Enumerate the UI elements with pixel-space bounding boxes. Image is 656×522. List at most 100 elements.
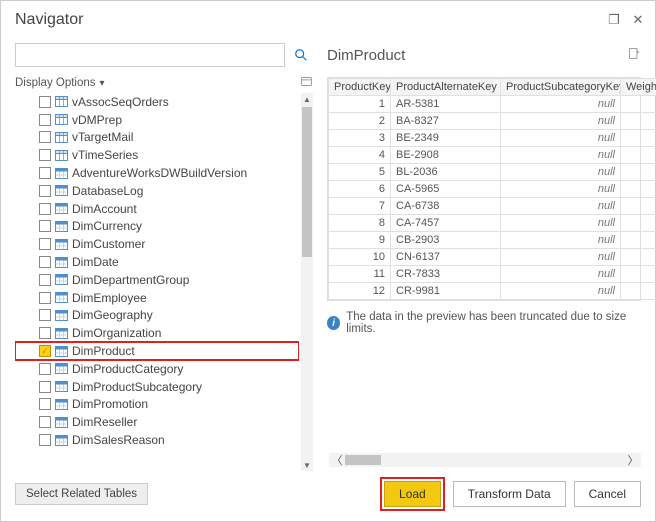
cell-productkey: 9 [329, 232, 391, 249]
checkbox[interactable] [39, 220, 51, 232]
table-row[interactable]: 4BE-2908null [329, 147, 656, 164]
preview-grid: ProductKeyProductAlternateKeyProductSubc… [327, 77, 641, 301]
checkbox[interactable] [39, 274, 51, 286]
tree-item[interactable]: vDMPrep [15, 111, 299, 129]
select-related-tables-button[interactable]: Select Related Tables [15, 483, 148, 505]
table-row[interactable]: 10CN-6137null [329, 249, 656, 266]
scroll-thumb[interactable] [302, 107, 312, 257]
column-header[interactable]: Weigh [621, 79, 656, 96]
table-row[interactable]: 11CR-7833null [329, 266, 656, 283]
checkbox[interactable] [39, 114, 51, 126]
tree-item[interactable]: AdventureWorksDWBuildVersion [15, 164, 299, 182]
table-row[interactable]: 7CA-6738null [329, 198, 656, 215]
checkbox[interactable] [39, 434, 51, 446]
table-row[interactable]: 9CB-2903null [329, 232, 656, 249]
checkbox[interactable] [39, 185, 51, 197]
checkbox[interactable] [39, 309, 51, 321]
cell-subcatkey: null [501, 249, 621, 266]
search-icon[interactable] [289, 43, 313, 67]
tree-item-label: DimPromotion [72, 397, 148, 411]
tree-item[interactable]: DimGeography [15, 307, 299, 325]
scroll-right-icon[interactable]: 〉 [625, 453, 641, 467]
restore-icon[interactable]: ❐ [605, 11, 623, 29]
tree-item[interactable]: DimReseller [15, 413, 299, 431]
scroll-down-icon[interactable]: ▼ [301, 459, 313, 471]
table-row[interactable]: 5BL-2036null [329, 164, 656, 181]
cell-subcatkey: null [501, 96, 621, 113]
tree-item-label: DimDepartmentGroup [72, 273, 189, 287]
tree-item[interactable]: vAssocSeqOrders [15, 93, 299, 111]
checkbox[interactable] [39, 416, 51, 428]
table-row[interactable]: 6CA-5965null [329, 181, 656, 198]
tree-scrollbar[interactable]: ▲ ▼ [301, 93, 313, 471]
view-icon [55, 132, 68, 143]
tree-item[interactable]: DimCustomer [15, 235, 299, 253]
cancel-button[interactable]: Cancel [574, 481, 641, 507]
checkbox[interactable] [39, 327, 51, 339]
scroll-left-icon[interactable]: 〈 [329, 453, 345, 467]
info-icon: i [327, 316, 340, 330]
cell-subcatkey: null [501, 232, 621, 249]
refresh-icon[interactable] [300, 75, 313, 91]
cell-altkey: CA-6738 [391, 198, 501, 215]
cell-subcatkey: null [501, 181, 621, 198]
checkbox[interactable] [39, 131, 51, 143]
tree-item-label: DimProduct [72, 344, 135, 358]
search-input[interactable] [15, 43, 285, 67]
tree-item[interactable]: DimDate [15, 253, 299, 271]
table-row[interactable]: 1AR-5381null [329, 96, 656, 113]
preview-options-icon[interactable] [628, 47, 641, 63]
hscroll-track[interactable] [345, 455, 625, 465]
checkbox[interactable] [39, 238, 51, 250]
checkbox[interactable] [39, 381, 51, 393]
preview-hscrollbar[interactable]: 〈 〉 [329, 453, 641, 467]
tree-item[interactable]: DimSalesReason [15, 431, 299, 449]
checkbox[interactable] [39, 292, 51, 304]
column-header[interactable]: ProductAlternateKey [391, 79, 501, 96]
tree-item[interactable]: DimEmployee [15, 289, 299, 307]
display-options-label: Display Options [15, 77, 96, 89]
tree-item[interactable]: DimProductSubcategory [15, 378, 299, 396]
tree-item[interactable]: DimCurrency [15, 218, 299, 236]
column-header[interactable]: ProductKey [329, 79, 391, 96]
tree-item[interactable]: DimPromotion [15, 396, 299, 414]
tree-item-label: DatabaseLog [72, 184, 143, 198]
tree-item[interactable]: DatabaseLog [15, 182, 299, 200]
cell-weight [621, 130, 656, 147]
close-icon[interactable]: ✕ [629, 11, 647, 29]
transform-data-button[interactable]: Transform Data [453, 481, 566, 507]
table-row[interactable]: 3BE-2349null [329, 130, 656, 147]
cell-subcatkey: null [501, 130, 621, 147]
table-icon [55, 310, 68, 321]
hscroll-thumb[interactable] [345, 455, 381, 465]
table-row[interactable]: 8CA-7457null [329, 215, 656, 232]
right-panel: DimProduct ProductKeyProductAlternateKey… [327, 43, 641, 471]
table-icon [55, 417, 68, 428]
checkbox[interactable] [39, 203, 51, 215]
cell-productkey: 8 [329, 215, 391, 232]
load-button[interactable]: Load [384, 481, 441, 507]
scroll-up-icon[interactable]: ▲ [301, 93, 313, 105]
tree-item-label: DimCustomer [72, 237, 145, 251]
table-row[interactable]: 12CR-9981null [329, 283, 656, 300]
tree-item[interactable]: vTimeSeries [15, 146, 299, 164]
tree-item[interactable]: vTargetMail [15, 129, 299, 147]
checkbox[interactable] [39, 149, 51, 161]
display-options-dropdown[interactable]: Display Options ▾ [15, 75, 313, 91]
tree-item[interactable]: DimProductCategory [15, 360, 299, 378]
tree-item[interactable]: DimDepartmentGroup [15, 271, 299, 289]
checkbox[interactable] [39, 96, 51, 108]
checkbox[interactable] [39, 363, 51, 375]
tree-item[interactable]: DimAccount [15, 200, 299, 218]
checkbox[interactable] [39, 398, 51, 410]
tree-item-label: DimGeography [72, 308, 153, 322]
checkbox[interactable] [39, 256, 51, 268]
tree-item-label: DimOrganization [72, 326, 161, 340]
checkbox[interactable] [39, 167, 51, 179]
checkbox[interactable]: ✓ [39, 345, 51, 357]
cell-productkey: 1 [329, 96, 391, 113]
table-row[interactable]: 2BA-8327null [329, 113, 656, 130]
tree-item[interactable]: DimOrganization [15, 324, 299, 342]
tree-item[interactable]: ✓ DimProduct [15, 342, 299, 360]
column-header[interactable]: ProductSubcategoryKey [501, 79, 621, 96]
